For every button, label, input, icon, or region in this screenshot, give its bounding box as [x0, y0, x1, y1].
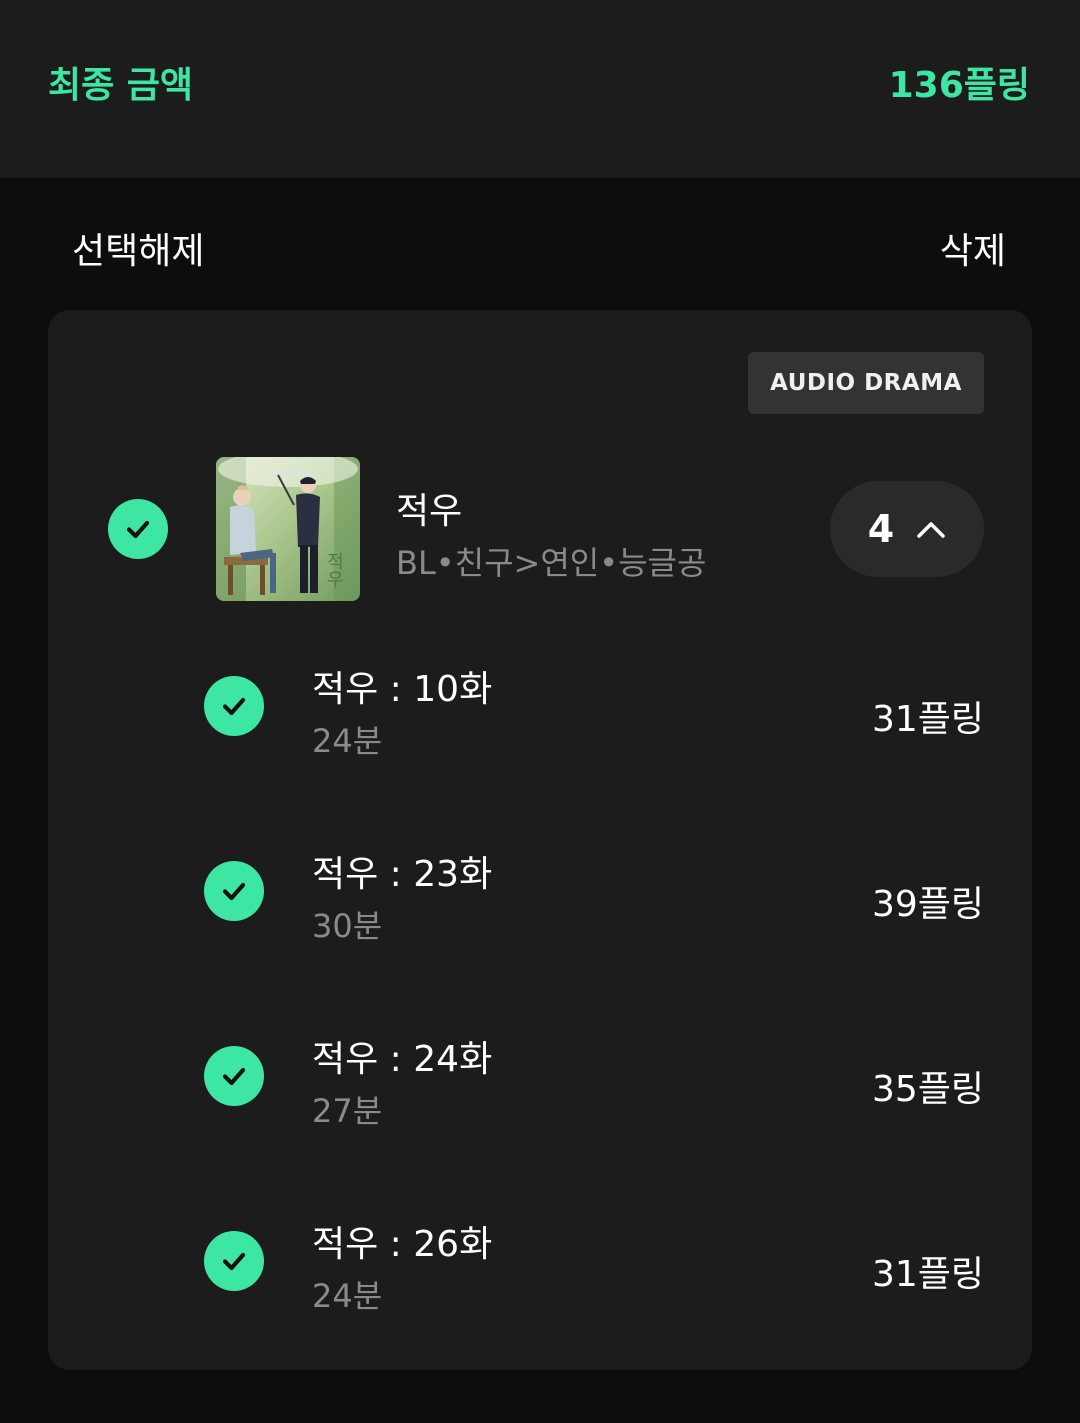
- episode-price: 31플링: [871, 1254, 984, 1295]
- total-price-bar: 최종 금액 136플링: [0, 0, 1080, 178]
- episode-row[interactable]: 적우 : 23화 30분 39플링: [48, 845, 1032, 965]
- episode-title: 적우 : 26화: [312, 1224, 493, 1265]
- episode-row[interactable]: 적우 : 24화 27분 35플링: [48, 1030, 1032, 1150]
- total-price-label: 최종 금액: [48, 65, 194, 106]
- total-price-value: 136플링: [888, 65, 1030, 106]
- episode-title: 적우 : 24화: [312, 1039, 493, 1080]
- check-icon: [222, 882, 246, 901]
- episode-row[interactable]: 적우 : 10화 24분 31플링: [48, 660, 1032, 780]
- episode-duration: 24분: [312, 1277, 383, 1315]
- episode-title: 적우 : 10화: [312, 669, 493, 710]
- delete-button[interactable]: 삭제: [940, 222, 1006, 274]
- episode-select-checkbox[interactable]: [204, 1231, 264, 1291]
- collapse-episodes-button[interactable]: 4: [830, 481, 984, 577]
- album-tags: BL•친구>연인•능글공: [396, 544, 707, 582]
- selection-actions: 선택해제 삭제: [0, 178, 1080, 310]
- episode-title: 적우 : 23화: [312, 854, 493, 895]
- cover-title-art: 적우: [324, 552, 345, 588]
- album-cover-image: 적우: [216, 457, 360, 601]
- episode-select-checkbox[interactable]: [204, 861, 264, 921]
- episode-select-checkbox[interactable]: [204, 676, 264, 736]
- deselect-button[interactable]: 선택해제: [72, 222, 204, 274]
- episode-row[interactable]: 적우 : 26화 24분 31플링: [48, 1215, 1032, 1335]
- cart-album-card: AUDIO DRAMA 적우 적우 BL•친구>연인•능글공 4 적우: 10…: [48, 310, 1032, 1370]
- episode-duration: 24분: [312, 722, 383, 760]
- check-icon: [222, 697, 246, 716]
- episode-select-checkbox[interactable]: [204, 1046, 264, 1106]
- album-select-checkbox[interactable]: [108, 499, 168, 559]
- selected-episode-count: 4: [867, 507, 895, 551]
- album-title: 적우: [396, 491, 463, 532]
- check-icon: [126, 520, 150, 539]
- episode-duration: 27분: [312, 1092, 383, 1130]
- episode-price: 39플링: [871, 884, 984, 925]
- episode-price: 31플링: [871, 699, 984, 740]
- check-icon: [222, 1067, 246, 1086]
- check-icon: [222, 1252, 246, 1271]
- episode-price: 35플링: [871, 1069, 984, 1110]
- audio-drama-badge: AUDIO DRAMA: [748, 352, 984, 414]
- chevron-up-icon: [917, 522, 945, 538]
- episode-duration: 30분: [312, 907, 383, 945]
